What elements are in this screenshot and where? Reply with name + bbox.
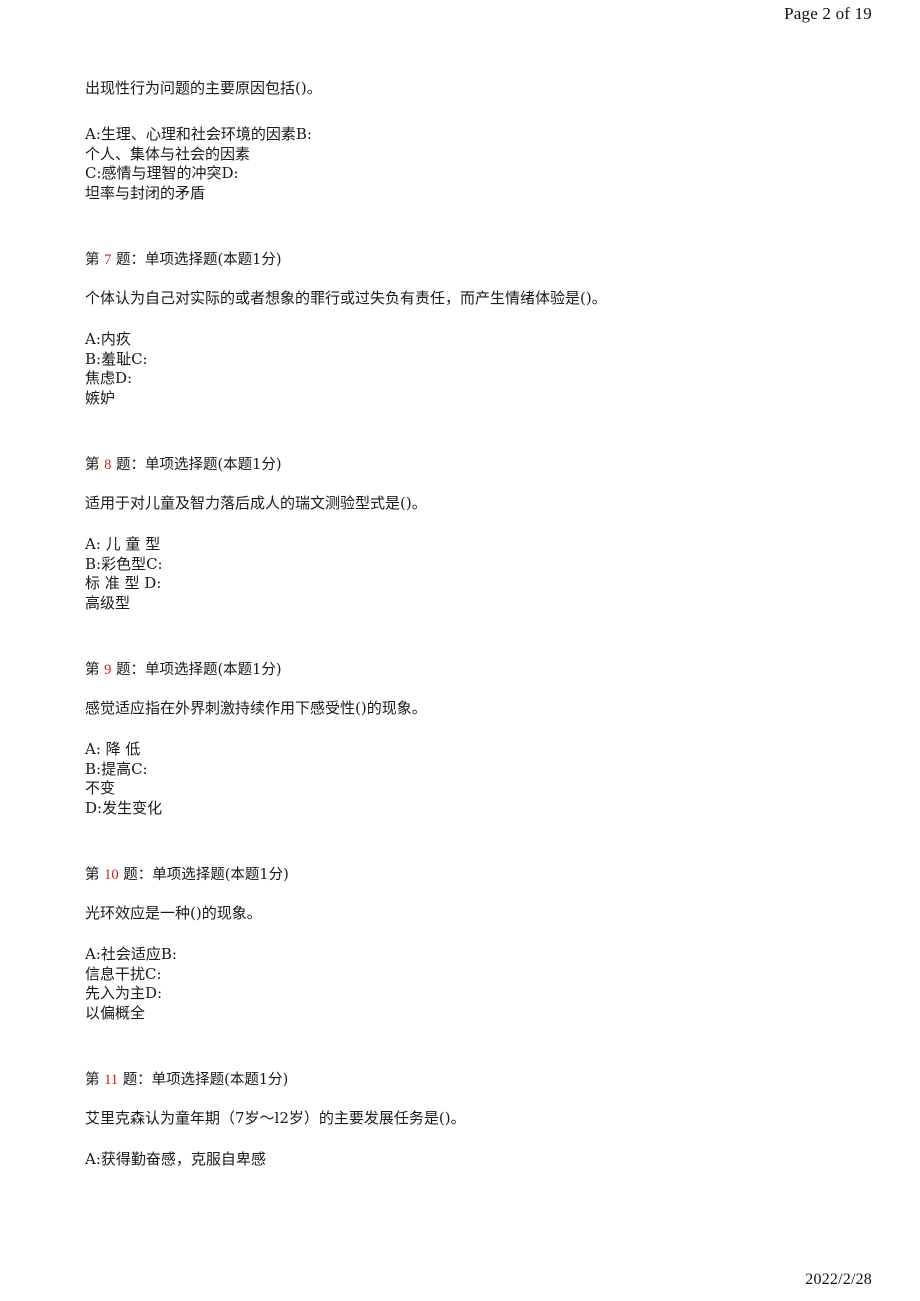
option-line[interactable]: 先入为主D:: [85, 984, 875, 1004]
question-header-prefix: 第: [85, 1072, 100, 1088]
question-number: 10: [104, 867, 119, 883]
question-stem: 出现性行为问题的主要原因包括()。: [85, 79, 322, 97]
option-line[interactable]: 高级型: [85, 594, 875, 614]
option-line[interactable]: A:社会适应B:: [85, 945, 875, 965]
question-header-suffix: 题：单项选择题(本题1分): [123, 867, 289, 883]
question-header: 第 10 题：单项选择题(本题1分): [85, 865, 875, 885]
question-block-7: 第 7 题：单项选择题(本题1分) 个体认为自己对实际的或者想象的罪行或过失负有…: [85, 250, 875, 408]
option-line[interactable]: A: 儿 童 型: [85, 535, 875, 555]
page-number-header: Page 2 of 19: [784, 4, 872, 23]
option-line[interactable]: 信息干扰C:: [85, 965, 875, 985]
option-line[interactable]: B:彩色型C:: [85, 555, 875, 575]
option-line[interactable]: A:获得勤奋感，克服自卑感: [85, 1150, 875, 1170]
question-options: A:社会适应B: 信息干扰C: 先入为主D: 以偏概全: [85, 945, 875, 1023]
option-line[interactable]: 标 准 型 D:: [85, 574, 875, 594]
question-block-8: 第 8 题：单项选择题(本题1分) 适用于对儿童及智力落后成人的瑞文测验型式是(…: [85, 455, 875, 613]
question-header-prefix: 第: [85, 457, 100, 473]
option-line[interactable]: 嫉妒: [85, 389, 875, 409]
question-list: 出现性行为问题的主要原因包括()。 A:生理、心理和社会环境的因素B: 个人、集…: [85, 78, 875, 1170]
question-header: 第 9 题：单项选择题(本题1分): [85, 660, 875, 680]
question-block-9: 第 9 题：单项选择题(本题1分) 感觉适应指在外界刺激持续作用下感受性()的现…: [85, 660, 875, 818]
question-stem: 个体认为自己对实际的或者想象的罪行或过失负有责任，而产生情绪体验是()。: [85, 289, 607, 307]
document-page: Page 2 of 19 出现性行为问题的主要原因包括()。 A:生理、心理和社…: [0, 0, 920, 1301]
question-stem: 感觉适应指在外界刺激持续作用下感受性()的现象。: [85, 699, 427, 717]
page-date-footer: 2022/2/28: [805, 1271, 872, 1288]
question-block-11: 第 11 题：单项选择题(本题1分) 艾里克森认为童年期（7岁～l2岁）的主要发…: [85, 1070, 875, 1170]
option-line[interactable]: A: 降 低: [85, 740, 875, 760]
question-header: 第 8 题：单项选择题(本题1分): [85, 455, 875, 475]
option-line[interactable]: B:提高C:: [85, 760, 875, 780]
question-stem: 艾里克森认为童年期（7岁～l2岁）的主要发展任务是()。: [85, 1109, 466, 1127]
question-header-prefix: 第: [85, 662, 100, 678]
option-line[interactable]: 个人、集体与社会的因素: [85, 145, 875, 165]
option-line[interactable]: 以偏概全: [85, 1004, 875, 1024]
question-header-suffix: 题：单项选择题(本题1分): [115, 457, 282, 473]
question-block-10: 第 10 题：单项选择题(本题1分) 光环效应是一种()的现象。 A:社会适应B…: [85, 865, 875, 1023]
option-line[interactable]: A:生理、心理和社会环境的因素B:: [85, 125, 875, 145]
question-options: A:生理、心理和社会环境的因素B: 个人、集体与社会的因素 C:感情与理智的冲突…: [85, 125, 875, 203]
question-stem: 光环效应是一种()的现象。: [85, 904, 262, 922]
question-header: 第 7 题：单项选择题(本题1分): [85, 250, 875, 270]
question-number: 11: [104, 1072, 119, 1088]
option-line[interactable]: C:感情与理智的冲突D:: [85, 164, 875, 184]
question-options: A:内疚 B:羞耻C: 焦虑D: 嫉妒: [85, 330, 875, 408]
question-header-suffix: 题：单项选择题(本题1分): [115, 662, 282, 678]
option-line[interactable]: 坦率与封闭的矛盾: [85, 184, 875, 204]
option-line[interactable]: 不变: [85, 779, 875, 799]
question-header-suffix: 题：单项选择题(本题1分): [115, 252, 282, 268]
question-header: 第 11 题：单项选择题(本题1分): [85, 1070, 875, 1090]
option-line[interactable]: D:发生变化: [85, 799, 875, 819]
question-stem: 适用于对儿童及智力落后成人的瑞文测验型式是()。: [85, 494, 427, 512]
question-options: A: 降 低 B:提高C: 不变 D:发生变化: [85, 740, 875, 818]
question-header-prefix: 第: [85, 252, 100, 268]
question-block-continuation: 出现性行为问题的主要原因包括()。 A:生理、心理和社会环境的因素B: 个人、集…: [85, 78, 875, 203]
question-header-prefix: 第: [85, 867, 100, 883]
question-options: A:获得勤奋感，克服自卑感: [85, 1150, 875, 1170]
option-line[interactable]: A:内疚: [85, 330, 875, 350]
option-line[interactable]: B:羞耻C:: [85, 350, 875, 370]
question-options: A: 儿 童 型 B:彩色型C: 标 准 型 D: 高级型: [85, 535, 875, 613]
question-header-suffix: 题：单项选择题(本题1分): [122, 1072, 289, 1088]
option-line[interactable]: 焦虑D:: [85, 369, 875, 389]
